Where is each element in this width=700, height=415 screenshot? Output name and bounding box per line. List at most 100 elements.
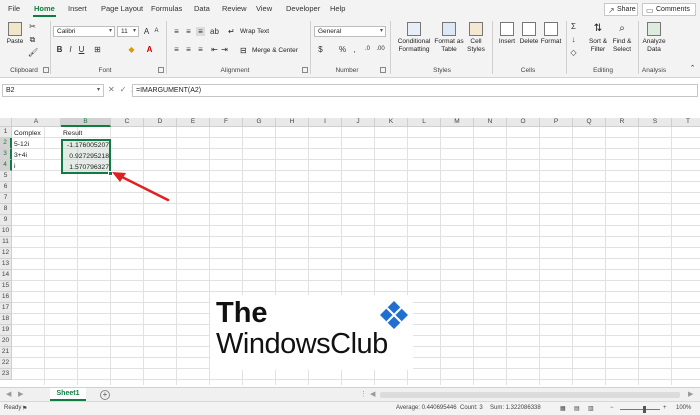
font-launcher-icon[interactable] bbox=[158, 67, 164, 73]
tab-page-layout[interactable]: Page Layout bbox=[101, 4, 143, 13]
row-header-23[interactable]: 23 bbox=[0, 369, 12, 380]
cell-a4[interactable]: i bbox=[14, 161, 60, 172]
number-format-select[interactable]: General ▾ bbox=[314, 26, 386, 37]
zoom-out-icon[interactable]: − bbox=[610, 405, 614, 411]
wrap-text-button[interactable]: ↵ Wrap Text bbox=[226, 28, 269, 36]
row-header-8[interactable]: 8 bbox=[0, 204, 12, 215]
next-sheet-icon[interactable]: ▶ bbox=[18, 390, 23, 398]
row-header-22[interactable]: 22 bbox=[0, 358, 12, 369]
fill-icon[interactable]: ↓ bbox=[569, 35, 578, 44]
align-top-icon[interactable]: ≡ bbox=[172, 27, 181, 36]
decrease-decimal-icon[interactable]: .00 bbox=[376, 45, 385, 54]
cell-b1[interactable]: Result bbox=[63, 128, 109, 139]
normal-view-icon[interactable]: ▦ bbox=[560, 405, 566, 412]
cell-b3[interactable]: 0.927295218 bbox=[63, 151, 109, 162]
sheet-tab-sheet1[interactable]: Sheet1 bbox=[50, 388, 86, 401]
column-header-b[interactable]: B bbox=[61, 118, 111, 127]
align-center-icon[interactable]: ≡ bbox=[184, 45, 193, 54]
orientation-icon[interactable]: ab bbox=[210, 27, 219, 36]
add-sheet-icon[interactable]: + bbox=[100, 390, 110, 400]
zoom-in-icon[interactable]: + bbox=[663, 405, 667, 411]
insert-cells-button[interactable]: Insert bbox=[496, 22, 518, 46]
tab-developer[interactable]: Developer bbox=[286, 4, 320, 13]
zoom-slider-knob[interactable] bbox=[643, 406, 646, 413]
cut-icon[interactable]: ✂ bbox=[28, 22, 37, 31]
conditional-formatting-button[interactable]: Conditional Formatting bbox=[394, 22, 434, 54]
cell-a1[interactable]: Complex bbox=[14, 128, 60, 139]
row-header-6[interactable]: 6 bbox=[0, 182, 12, 193]
column-header-d[interactable]: D bbox=[144, 118, 177, 127]
row-header-10[interactable]: 10 bbox=[0, 226, 12, 237]
row-header-3[interactable]: 3 bbox=[0, 149, 12, 160]
format-as-table-button[interactable]: Format as Table bbox=[434, 22, 464, 54]
accounting-icon[interactable]: $ bbox=[316, 45, 325, 54]
row-header-18[interactable]: 18 bbox=[0, 314, 12, 325]
tab-data[interactable]: Data bbox=[194, 4, 210, 13]
row-header-12[interactable]: 12 bbox=[0, 248, 12, 259]
comma-icon[interactable]: , bbox=[350, 45, 359, 54]
row-header-9[interactable]: 9 bbox=[0, 215, 12, 226]
row-header-17[interactable]: 17 bbox=[0, 303, 12, 314]
bold-icon[interactable]: B bbox=[55, 45, 64, 54]
tab-help[interactable]: Help bbox=[330, 4, 345, 13]
share-button[interactable]: ↗ Share bbox=[604, 3, 638, 16]
delete-cells-button[interactable]: Delete bbox=[518, 22, 540, 46]
percent-icon[interactable]: % bbox=[338, 45, 347, 54]
fill-color-icon[interactable]: ◆ bbox=[127, 45, 136, 54]
autosum-icon[interactable]: Σ bbox=[569, 22, 578, 31]
row-header-13[interactable]: 13 bbox=[0, 259, 12, 270]
row-header-14[interactable]: 14 bbox=[0, 270, 12, 281]
column-header-t[interactable]: T bbox=[672, 118, 700, 127]
formula-input[interactable]: =IMARGUMENT(A2) bbox=[132, 84, 698, 97]
column-header-h[interactable]: H bbox=[276, 118, 309, 127]
prev-sheet-icon[interactable]: ◀ bbox=[6, 390, 11, 398]
scroll-left-icon[interactable]: ◀ bbox=[370, 390, 375, 398]
row-header-21[interactable]: 21 bbox=[0, 347, 12, 358]
column-header-k[interactable]: K bbox=[375, 118, 408, 127]
row-header-15[interactable]: 15 bbox=[0, 281, 12, 292]
cell-b2[interactable]: -1.176005207 bbox=[63, 140, 109, 151]
format-painter-icon[interactable]: 🖌 bbox=[28, 48, 38, 57]
merge-center-button[interactable]: ⊟ Merge & Center bbox=[238, 47, 298, 55]
underline-icon[interactable]: U bbox=[77, 45, 86, 54]
row-header-19[interactable]: 19 bbox=[0, 325, 12, 336]
clipboard-launcher-icon[interactable] bbox=[43, 67, 49, 73]
page-break-view-icon[interactable]: ▥ bbox=[588, 405, 594, 412]
cancel-icon[interactable]: ✕ bbox=[108, 85, 120, 94]
row-header-2[interactable]: 2 bbox=[0, 138, 12, 149]
sheet-options-icon[interactable]: ⋮ bbox=[360, 390, 367, 398]
italic-icon[interactable]: I bbox=[66, 45, 75, 54]
comments-button[interactable]: ▭ Comments bbox=[642, 3, 696, 16]
tab-home[interactable]: Home bbox=[33, 4, 56, 17]
row-header-7[interactable]: 7 bbox=[0, 193, 12, 204]
column-header-e[interactable]: E bbox=[177, 118, 210, 127]
row-header-4[interactable]: 4 bbox=[0, 160, 12, 171]
column-header-i[interactable]: I bbox=[309, 118, 342, 127]
tab-view[interactable]: View bbox=[256, 4, 272, 13]
column-header-n[interactable]: N bbox=[474, 118, 507, 127]
collapse-ribbon-icon[interactable]: ⌃ bbox=[688, 64, 697, 73]
column-header-l[interactable]: L bbox=[408, 118, 441, 127]
column-header-q[interactable]: Q bbox=[573, 118, 606, 127]
align-middle-icon[interactable]: ≡ bbox=[184, 27, 193, 36]
decrease-font-icon[interactable]: A bbox=[152, 27, 161, 36]
column-header-o[interactable]: O bbox=[507, 118, 540, 127]
align-bottom-icon[interactable]: ≡ bbox=[196, 27, 205, 36]
column-header-j[interactable]: J bbox=[342, 118, 375, 127]
cell-b4[interactable]: 1.570796327 bbox=[63, 162, 109, 173]
row-header-1[interactable]: 1 bbox=[0, 127, 12, 138]
row-header-5[interactable]: 5 bbox=[0, 171, 12, 182]
sort-filter-button[interactable]: ⇅ Sort & Filter bbox=[586, 22, 610, 54]
enter-icon[interactable]: ✓ bbox=[120, 85, 132, 94]
column-header-c[interactable]: C bbox=[111, 118, 144, 127]
alignment-launcher-icon[interactable] bbox=[302, 67, 308, 73]
tab-formulas[interactable]: Formulas bbox=[151, 4, 182, 13]
increase-decimal-icon[interactable]: .0 bbox=[363, 45, 372, 54]
scroll-right-icon[interactable]: ▶ bbox=[688, 390, 693, 398]
column-header-f[interactable]: F bbox=[210, 118, 243, 127]
cell-styles-button[interactable]: Cell Styles bbox=[464, 22, 488, 54]
format-cells-button[interactable]: Format bbox=[540, 22, 562, 46]
zoom-level[interactable]: 100% bbox=[676, 405, 691, 411]
borders-icon[interactable]: ⊞ bbox=[93, 45, 102, 54]
select-all-corner[interactable] bbox=[0, 118, 12, 127]
